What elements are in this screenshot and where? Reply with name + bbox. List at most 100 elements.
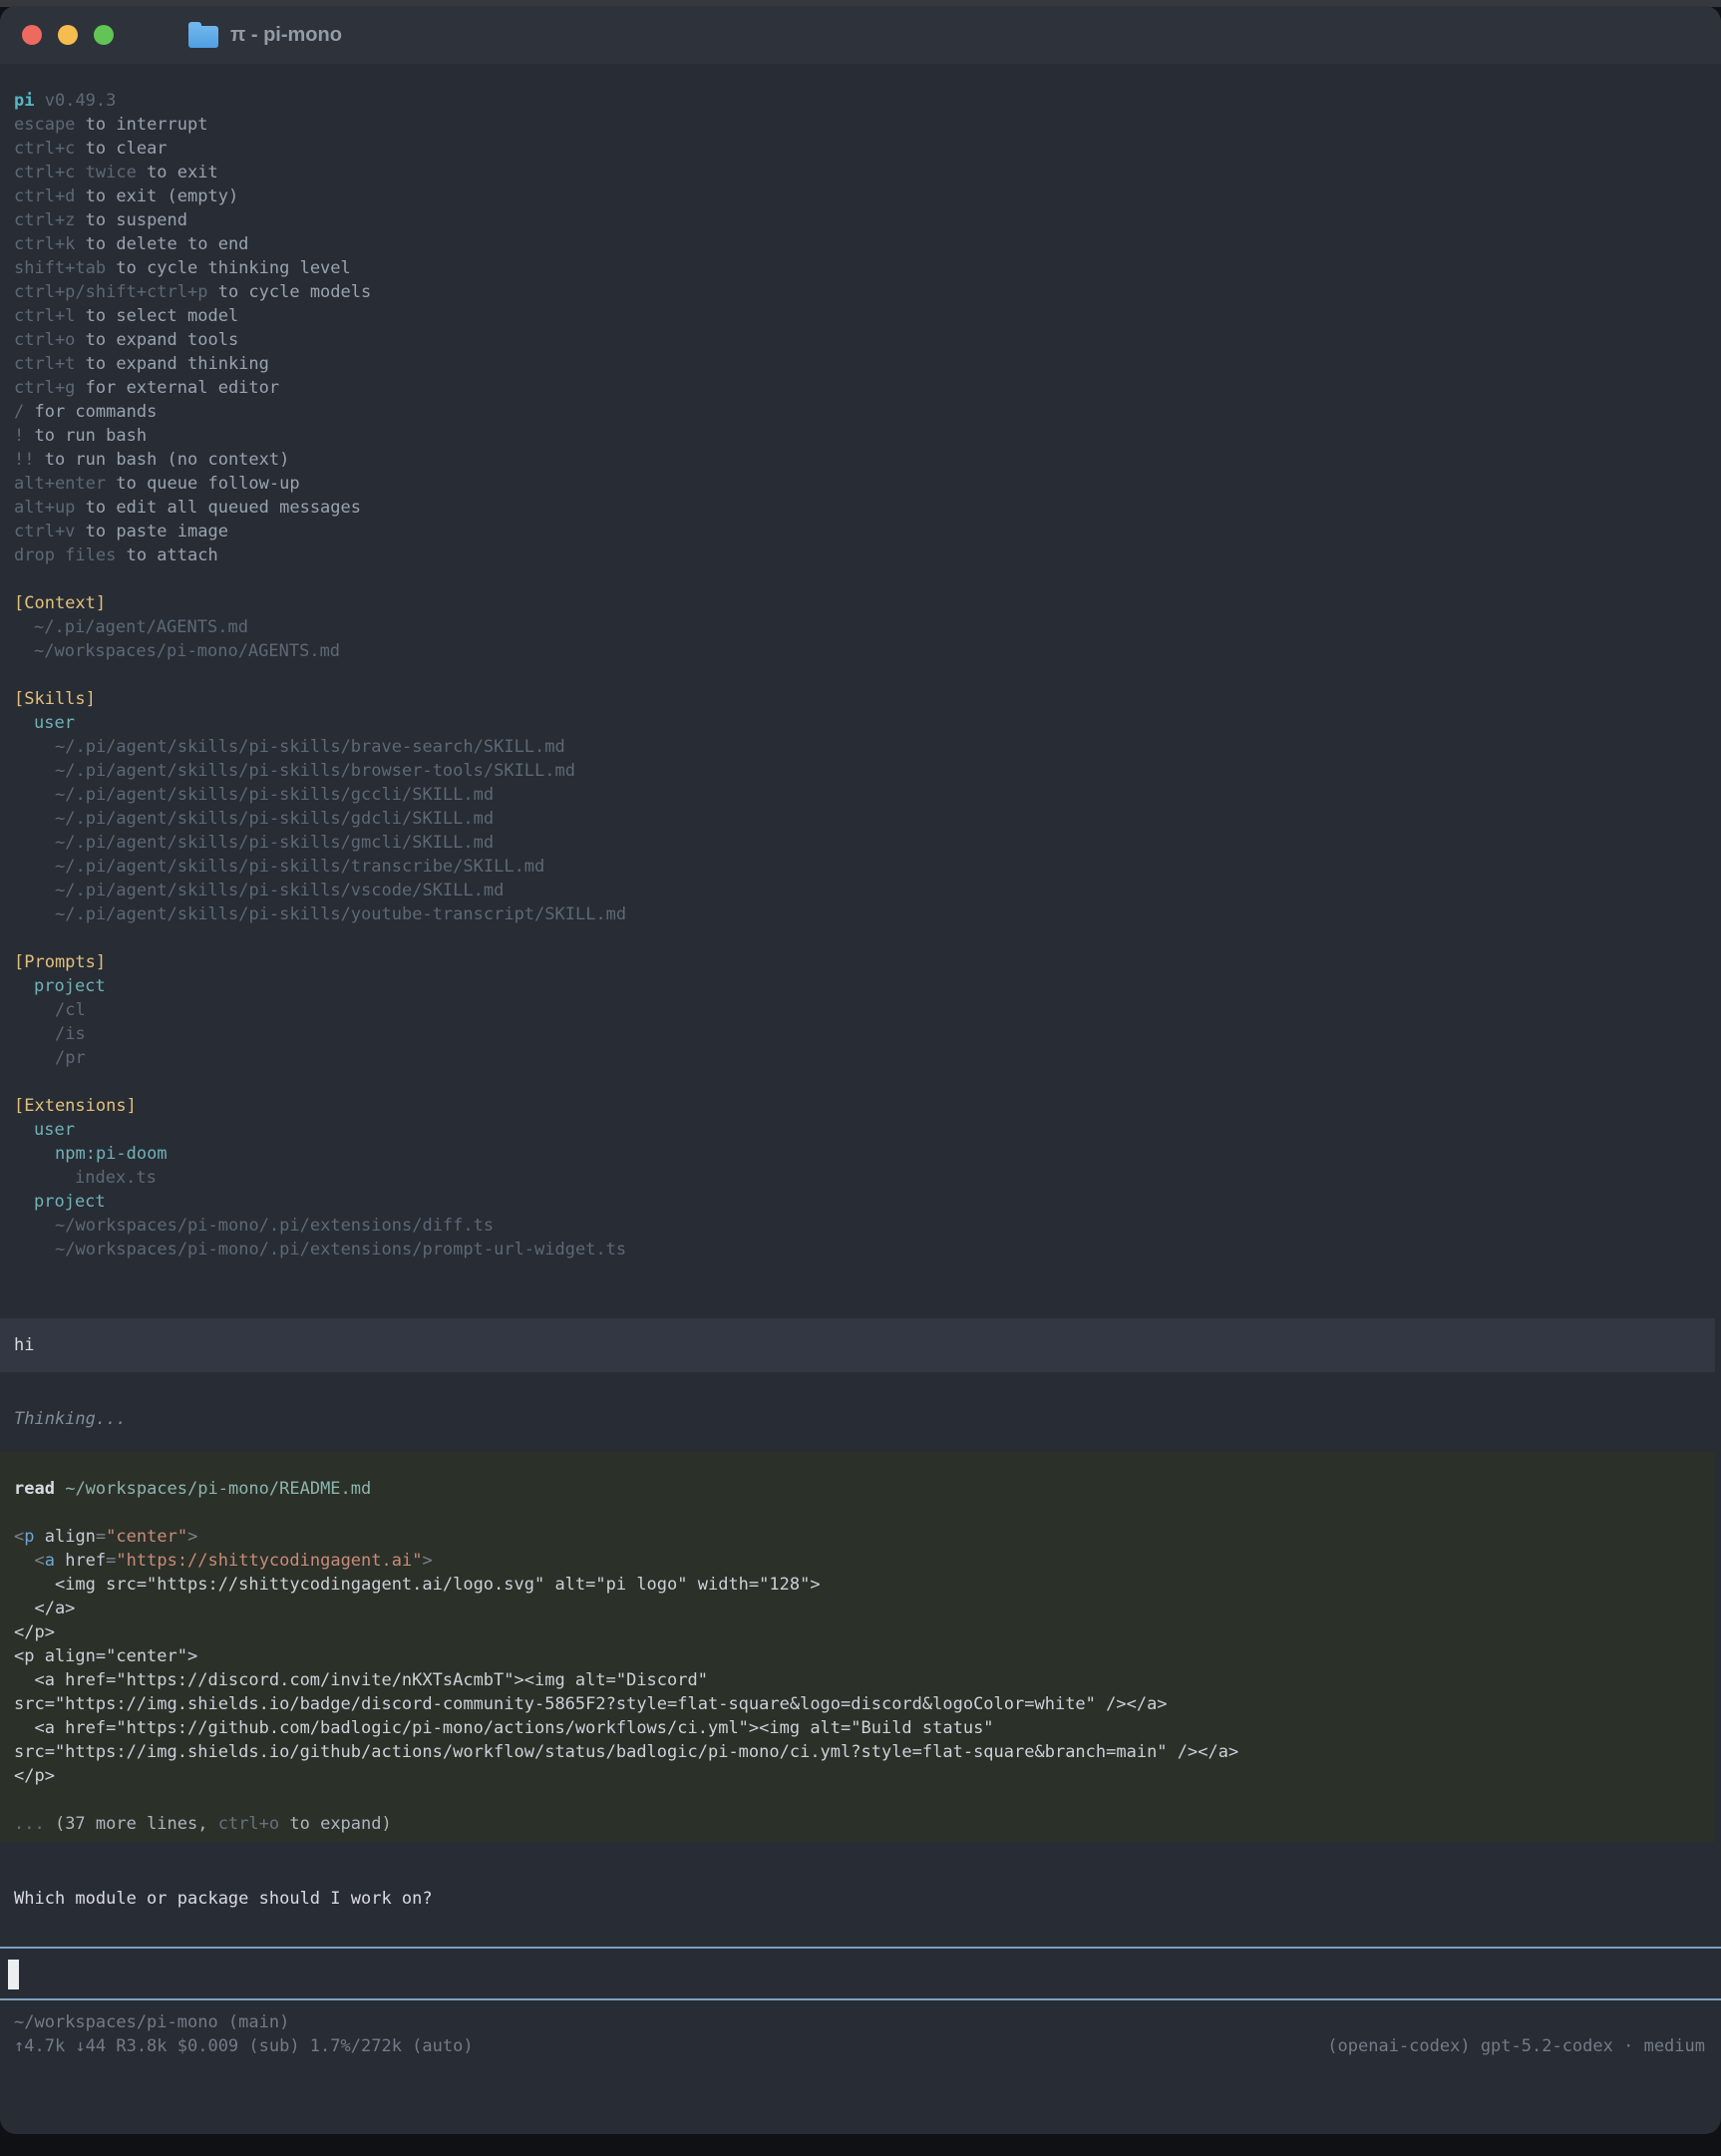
shortcut-line: ctrl+t to expand thinking: [14, 352, 1707, 376]
extensions-user-scope: user: [14, 1118, 1707, 1142]
code-segment: <p align="center">: [14, 1646, 197, 1666]
shortcut-key: ctrl+p/shift+ctrl+p: [14, 282, 207, 302]
code-segment: src="https://img.shields.io/badge/discor…: [14, 1694, 1168, 1714]
prompt-input[interactable]: [0, 1947, 1721, 2000]
extensions-npm-package: npm:pi-doom: [14, 1142, 1707, 1166]
shortcut-desc: to cycle thinking level: [106, 258, 351, 278]
shortcut-desc: to suspend: [75, 210, 187, 230]
extensions-npm-file: index.ts: [14, 1166, 1707, 1190]
context-header: [Context]: [14, 591, 1707, 615]
skill-file: ~/.pi/agent/skills/pi-skills/vscode/SKIL…: [14, 879, 1707, 902]
status-row: ↑4.7k ↓44 R3.8k $0.009 (sub) 1.7%/272k (…: [14, 2034, 1707, 2058]
code-line: <a href="https://github.com/badlogic/pi-…: [14, 1716, 1701, 1740]
code-segment: >: [422, 1551, 432, 1571]
code-segment: </p>: [14, 1622, 55, 1642]
shortcut-key: ctrl+g: [14, 378, 75, 398]
extensions-project-files: ~/workspaces/pi-mono/.pi/extensions/diff…: [14, 1214, 1707, 1261]
shortcut-line: alt+up to edit all queued messages: [14, 496, 1707, 520]
skill-file: ~/.pi/agent/skills/pi-skills/gmcli/SKILL…: [14, 831, 1707, 855]
shortcut-line: ctrl+c twice to exit: [14, 161, 1707, 184]
truncation-segment: ...: [14, 1814, 45, 1834]
assistant-question: Which module or package should I work on…: [14, 1887, 1707, 1911]
shortcut-key: escape: [14, 115, 75, 135]
shortcut-key: shift+tab: [14, 258, 106, 278]
skill-file: ~/.pi/agent/skills/pi-skills/gdcli/SKILL…: [14, 807, 1707, 831]
code-segment: src="https://img.shields.io/github/actio…: [14, 1742, 1238, 1762]
prompts-items: /cl/is/pr: [14, 998, 1707, 1070]
shortcut-key: ctrl+l: [14, 306, 75, 326]
shortcut-desc: for external editor: [75, 378, 279, 398]
shortcut-desc: to queue follow-up: [106, 474, 299, 494]
prompts-scope: project: [14, 974, 1707, 998]
shortcut-line: ctrl+o to expand tools: [14, 328, 1707, 352]
shortcut-key: drop files: [14, 545, 116, 565]
status-cwd-branch: ~/workspaces/pi-mono (main): [14, 2010, 1707, 2034]
shortcut-key: ctrl+c twice: [14, 163, 137, 182]
titlebar: π - pi-mono: [0, 6, 1721, 64]
shortcut-key: !: [14, 426, 24, 446]
code-line: <a href="https://shittycodingagent.ai">: [14, 1549, 1701, 1573]
shortcut-line: drop files to attach: [14, 543, 1707, 567]
minimize-button[interactable]: [58, 25, 78, 45]
tool-call-line: read ~/workspaces/pi-mono/README.md: [14, 1477, 1701, 1501]
shortcut-line: shift+tab to cycle thinking level: [14, 256, 1707, 280]
context-section: [Context] ~/.pi/agent/AGENTS.md~/workspa…: [14, 591, 1707, 663]
shortcut-key: ctrl+t: [14, 354, 75, 374]
shortcut-desc: to exit: [137, 163, 218, 182]
shortcut-desc: to clear: [75, 139, 167, 159]
code-segment: a: [45, 1551, 55, 1571]
code-line: </p>: [14, 1620, 1701, 1644]
skills-section: [Skills] user ~/.pi/agent/skills/pi-skil…: [14, 687, 1707, 926]
shortcut-key: ctrl+c: [14, 139, 75, 159]
shortcut-key: /: [14, 402, 24, 422]
context-files: ~/.pi/agent/AGENTS.md~/workspaces/pi-mon…: [14, 615, 1707, 663]
shortcut-key: alt+up: [14, 498, 75, 518]
truncation-hint: ... (37 more lines, ctrl+o to expand): [14, 1812, 1701, 1836]
shortcut-desc: to run bash (no context): [34, 450, 289, 470]
tool-name: read: [14, 1479, 55, 1499]
shortcut-line: ctrl+d to exit (empty): [14, 184, 1707, 208]
shortcut-desc: to expand tools: [75, 330, 238, 350]
shortcut-line: alt+enter to queue follow-up: [14, 472, 1707, 496]
shortcut-line: ctrl+c to clear: [14, 137, 1707, 161]
code-preview: <p align="center"> <a href="https://shit…: [14, 1525, 1701, 1788]
terminal-content: pi v0.49.3 escape to interruptctrl+c to …: [0, 64, 1721, 2058]
shortcut-key: ctrl+d: [14, 186, 75, 206]
code-segment: "center": [106, 1527, 187, 1547]
shortcut-key: ctrl+o: [14, 330, 75, 350]
extension-file: ~/workspaces/pi-mono/.pi/extensions/prom…: [14, 1238, 1707, 1261]
truncation-segment: to expand): [279, 1814, 392, 1834]
user-message-box: hi: [0, 1318, 1715, 1372]
tool-output-block: read ~/workspaces/pi-mono/README.md <p a…: [0, 1452, 1715, 1842]
code-line: </a>: [14, 1597, 1701, 1620]
prompt-item: /cl: [14, 998, 1707, 1022]
folder-icon: [188, 26, 218, 48]
truncation-segment: ctrl+o: [218, 1814, 279, 1834]
skill-file: ~/.pi/agent/skills/pi-skills/brave-searc…: [14, 735, 1707, 759]
tool-arg: ~/workspaces/pi-mono/README.md: [65, 1479, 371, 1499]
status-usage: ↑4.7k ↓44 R3.8k $0.009 (sub) 1.7%/272k (…: [14, 2034, 474, 2058]
extensions-header: [Extensions]: [14, 1094, 1707, 1118]
zoom-button[interactable]: [94, 25, 114, 45]
code-line: <p align="center">: [14, 1644, 1701, 1668]
skill-file: ~/.pi/agent/skills/pi-skills/youtube-tra…: [14, 902, 1707, 926]
code-line: </p>: [14, 1764, 1701, 1788]
prompts-section: [Prompts] project /cl/is/pr: [14, 950, 1707, 1070]
close-button[interactable]: [22, 25, 42, 45]
shortcut-line: / for commands: [14, 400, 1707, 424]
blank-line: [14, 1788, 1701, 1812]
code-segment: </p>: [14, 1766, 55, 1786]
prompt-item: /pr: [14, 1046, 1707, 1070]
shortcut-desc: to select model: [75, 306, 238, 326]
status-model: (openai-codex) gpt-5.2-codex · medium: [1327, 2034, 1705, 2058]
shortcut-desc: for commands: [24, 402, 157, 422]
code-line: <p align="center">: [14, 1525, 1701, 1549]
shortcut-line: !! to run bash (no context): [14, 448, 1707, 472]
skills-files: ~/.pi/agent/skills/pi-skills/brave-searc…: [14, 735, 1707, 926]
context-file: ~/.pi/agent/AGENTS.md: [14, 615, 1707, 639]
code-segment: >: [187, 1527, 197, 1547]
code-segment: <: [14, 1527, 24, 1547]
version-line: pi v0.49.3: [14, 89, 1707, 113]
app-name: pi: [14, 91, 34, 111]
skill-file: ~/.pi/agent/skills/pi-skills/browser-too…: [14, 759, 1707, 783]
